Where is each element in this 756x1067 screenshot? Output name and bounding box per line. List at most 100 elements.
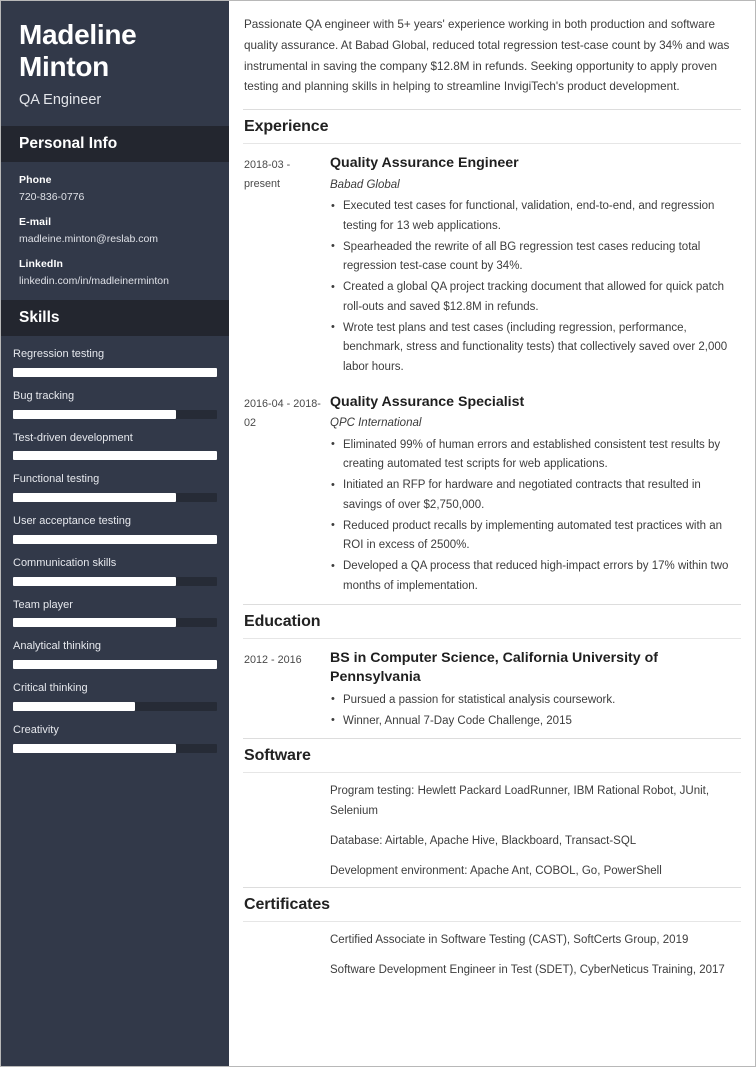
bullet-item: Winner, Annual 7-Day Code Challenge, 201… xyxy=(330,711,740,732)
skill-bar-track xyxy=(13,576,217,586)
entry-body: BS in Computer Science, California Unive… xyxy=(328,649,740,733)
entry-date: 2018-03 - present xyxy=(244,159,291,191)
bullet-item: Spearheaded the rewrite of all BG regres… xyxy=(330,237,740,278)
entry-role: Quality Assurance Engineer xyxy=(330,155,519,172)
skill-item: User acceptance testing xyxy=(13,515,217,544)
entry-role: Quality Assurance Specialist xyxy=(330,393,525,410)
skills-heading: Skills xyxy=(1,300,229,337)
skill-label: Regression testing xyxy=(13,348,105,361)
section-heading-software: Software xyxy=(243,738,741,774)
contact-item-phone: Phone 720-836-0776 xyxy=(19,174,211,204)
section-education: Education 2012 - 2016 BS in Computer Sci… xyxy=(243,603,741,737)
skill-label: User acceptance testing xyxy=(13,515,132,528)
skill-bar-track xyxy=(13,534,217,544)
entry-bullets: Eliminated 99% of human errors and estab… xyxy=(330,435,740,597)
resume-page: Madeline Minton QA Engineer Personal Inf… xyxy=(0,0,756,1067)
education-entry: 2012 - 2016 BS in Computer Science, Cali… xyxy=(243,639,741,737)
personal-info-heading: Personal Info xyxy=(1,125,229,162)
contact-item-linkedin: LinkedIn linkedin.com/in/madleinerminton xyxy=(19,258,211,288)
bullet-item: Initiated an RFP for hardware and negoti… xyxy=(330,476,740,516)
certificates-block: Certified Associate in Software Testing … xyxy=(243,922,741,985)
experience-entry: 2016-04 - 2018-02 Quality Assurance Spec… xyxy=(243,383,741,602)
skill-item: Regression testing xyxy=(13,348,217,377)
skill-label: Creativity xyxy=(13,723,59,736)
skill-bar-track xyxy=(13,660,217,670)
certificate-lines: Certified Associate in Software Testing … xyxy=(330,931,740,985)
bullet-item: Eliminated 99% of human errors and estab… xyxy=(330,435,740,476)
skill-item: Functional testing xyxy=(13,473,217,503)
section-heading-experience: Experience xyxy=(243,109,741,145)
section-certificates: Certificates Certified Associate in Soft… xyxy=(243,887,741,985)
skill-bar-track xyxy=(13,451,217,461)
section-experience: Experience 2018-03 - present Quality Ass… xyxy=(243,109,741,601)
skill-label: Bug tracking xyxy=(13,389,75,402)
section-heading-education: Education xyxy=(243,603,741,639)
certificate-line: Certified Associate in Software Testing … xyxy=(330,934,689,947)
skill-bar-track xyxy=(13,618,217,628)
certificate-line: Software Development Engineer in Test (S… xyxy=(330,964,725,977)
software-lines: Program testing: Hewlett Packard LoadRun… xyxy=(330,782,740,885)
skill-label: Communication skills xyxy=(13,556,117,569)
bullet-item: Wrote test plans and test cases (includi… xyxy=(330,318,740,378)
skill-bar-track xyxy=(13,701,217,711)
entry-degree: BS in Computer Science, California Unive… xyxy=(330,649,658,686)
skill-bar-fill xyxy=(13,534,217,544)
left-gutter xyxy=(244,931,330,985)
skill-item: Team player xyxy=(13,599,217,628)
skill-item: Analytical thinking xyxy=(13,640,217,670)
skill-label: Functional testing xyxy=(13,473,100,486)
contact-label: LinkedIn xyxy=(19,258,63,270)
sidebar: Madeline Minton QA Engineer Personal Inf… xyxy=(1,1,229,1066)
skill-label: Critical thinking xyxy=(13,682,88,695)
skill-bar-track xyxy=(13,409,217,419)
skill-item: Communication skills xyxy=(13,557,217,586)
skill-bar-fill xyxy=(13,451,217,461)
entry-bullets: Pursued a passion for statistical analys… xyxy=(330,690,740,732)
skill-item: Test-driven development xyxy=(13,432,217,461)
entry-bullets: Executed test cases for functional, vali… xyxy=(330,197,740,378)
candidate-job-title: QA Engineer xyxy=(19,91,102,108)
section-software: Software Program testing: Hewlett Packar… xyxy=(243,738,741,885)
bullet-item: Developed a QA process that reduced high… xyxy=(330,557,740,597)
skill-bar-fill xyxy=(13,701,136,711)
skill-item: Creativity xyxy=(13,724,217,753)
skill-bar-fill xyxy=(13,409,177,419)
sidebar-header: Madeline Minton QA Engineer xyxy=(1,1,229,126)
skill-bar-fill xyxy=(13,493,177,503)
contact-value[interactable]: madleine.minton@reslab.com xyxy=(19,232,211,246)
skill-bar-track xyxy=(13,367,217,377)
contact-value[interactable]: 720-836-0776 xyxy=(19,190,211,204)
entry-body: Quality Assurance Engineer Babad Global … xyxy=(328,154,740,379)
skill-label: Test-driven development xyxy=(13,431,133,444)
entry-body: Quality Assurance Specialist QPC Interna… xyxy=(328,393,740,598)
skill-bar-track xyxy=(13,493,217,503)
skill-bar-fill xyxy=(13,618,177,628)
contact-label: Phone xyxy=(19,173,52,186)
skill-bar-fill xyxy=(13,576,177,586)
contact-label: E-mail xyxy=(19,215,52,228)
software-block: Program testing: Hewlett Packard LoadRun… xyxy=(243,773,741,885)
professional-summary: Passionate QA engineer with 5+ years' ex… xyxy=(244,18,730,94)
skill-bar-track xyxy=(13,743,217,753)
bullet-item: Pursued a passion for statistical analys… xyxy=(330,690,740,711)
entry-organization: Babad Global xyxy=(330,178,400,191)
skill-label: Analytical thinking xyxy=(13,640,102,653)
section-heading-certificates: Certificates xyxy=(243,887,741,923)
software-line: Program testing: Hewlett Packard LoadRun… xyxy=(330,785,710,818)
main-content: Passionate QA engineer with 5+ years' ex… xyxy=(229,1,755,1066)
software-line: Database: Airtable, Apache Hive, Blackbo… xyxy=(330,834,637,847)
contact-value[interactable]: linkedin.com/in/madleinerminton xyxy=(19,274,211,288)
left-gutter xyxy=(244,782,330,885)
skill-bar-fill xyxy=(13,743,177,753)
entry-date: 2012 - 2016 xyxy=(244,653,302,666)
software-line: Development environment: Apache Ant, COB… xyxy=(330,864,662,877)
skill-bar-fill xyxy=(13,660,217,670)
skills-list: Regression testing Bug tracking Test-dri… xyxy=(1,336,229,753)
experience-entry: 2018-03 - present Quality Assurance Engi… xyxy=(243,144,741,383)
entry-organization: QPC International xyxy=(330,417,422,430)
skill-bar-fill xyxy=(13,367,217,377)
skill-label: Team player xyxy=(13,598,73,611)
bullet-item: Executed test cases for functional, vali… xyxy=(330,197,740,237)
entry-date: 2016-04 - 2018-02 xyxy=(244,397,321,429)
candidate-name: Madeline Minton xyxy=(19,19,137,82)
